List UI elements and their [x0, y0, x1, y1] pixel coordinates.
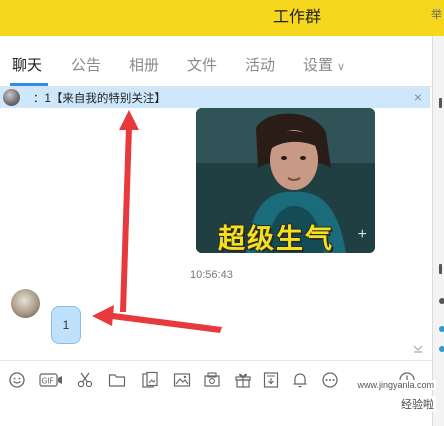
watermark-url: www.jingyanla.com: [355, 380, 436, 390]
scissors-icon[interactable]: [76, 371, 96, 391]
chevron-down-icon: ∨: [337, 61, 346, 73]
tab-chat[interactable]: 聊天: [12, 54, 42, 75]
notice-avatar: [3, 89, 20, 106]
bell-icon[interactable]: [291, 371, 311, 391]
gift-icon[interactable]: [234, 371, 254, 391]
message-bubble[interactable]: 1: [51, 306, 81, 344]
tab-announcement[interactable]: 公告: [71, 54, 101, 75]
tab-settings-label: 设置: [303, 57, 334, 74]
tab-bar: 聊天 公告 相册 文件 活动 设置 ∨: [0, 36, 432, 87]
folder-icon[interactable]: [108, 371, 128, 391]
watermark-brand: 经验啦: [399, 396, 436, 412]
tab-activity[interactable]: 活动: [245, 54, 275, 75]
special-attention-notice[interactable]: ：1【来自我的特别关注】 ×: [0, 87, 430, 108]
tab-settings[interactable]: 设置 ∨: [303, 54, 345, 75]
edge-dot: [439, 346, 444, 352]
avatar[interactable]: [11, 289, 40, 318]
sticker-caption: 超级生气: [218, 224, 334, 253]
sticker-image[interactable]: 超级生气 +: [196, 108, 375, 253]
tab-album[interactable]: 相册: [129, 54, 159, 75]
gallery-icon[interactable]: [203, 371, 223, 391]
edge-mark: [439, 98, 442, 108]
side-panel-edge: [432, 36, 444, 426]
gif-label: GIF: [42, 377, 54, 386]
save-icon[interactable]: [262, 371, 282, 391]
collapse-icon[interactable]: [413, 345, 423, 356]
notice-text: ：1【来自我的特别关注】: [33, 93, 166, 105]
active-tab-indicator: [10, 83, 48, 86]
message-timestamp: 10:56:43: [190, 269, 233, 281]
title-bar: 工作群 举: [0, 0, 444, 36]
window-title: 工作群: [272, 9, 321, 26]
image-file-icon[interactable]: [141, 371, 161, 391]
edge-dot: [439, 326, 444, 332]
gif-icon[interactable]: GIF: [39, 371, 63, 391]
close-icon[interactable]: ×: [414, 89, 422, 105]
edge-mark: [439, 264, 442, 274]
edge-dot: [439, 298, 444, 304]
edge-char: 举: [431, 9, 442, 21]
image-icon[interactable]: [173, 371, 193, 391]
emoji-icon[interactable]: [8, 371, 28, 391]
sticker-add-icon[interactable]: +: [358, 226, 367, 244]
watermark: www.jingyanla.com 经验啦: [322, 378, 440, 424]
tab-files[interactable]: 文件: [187, 54, 217, 75]
